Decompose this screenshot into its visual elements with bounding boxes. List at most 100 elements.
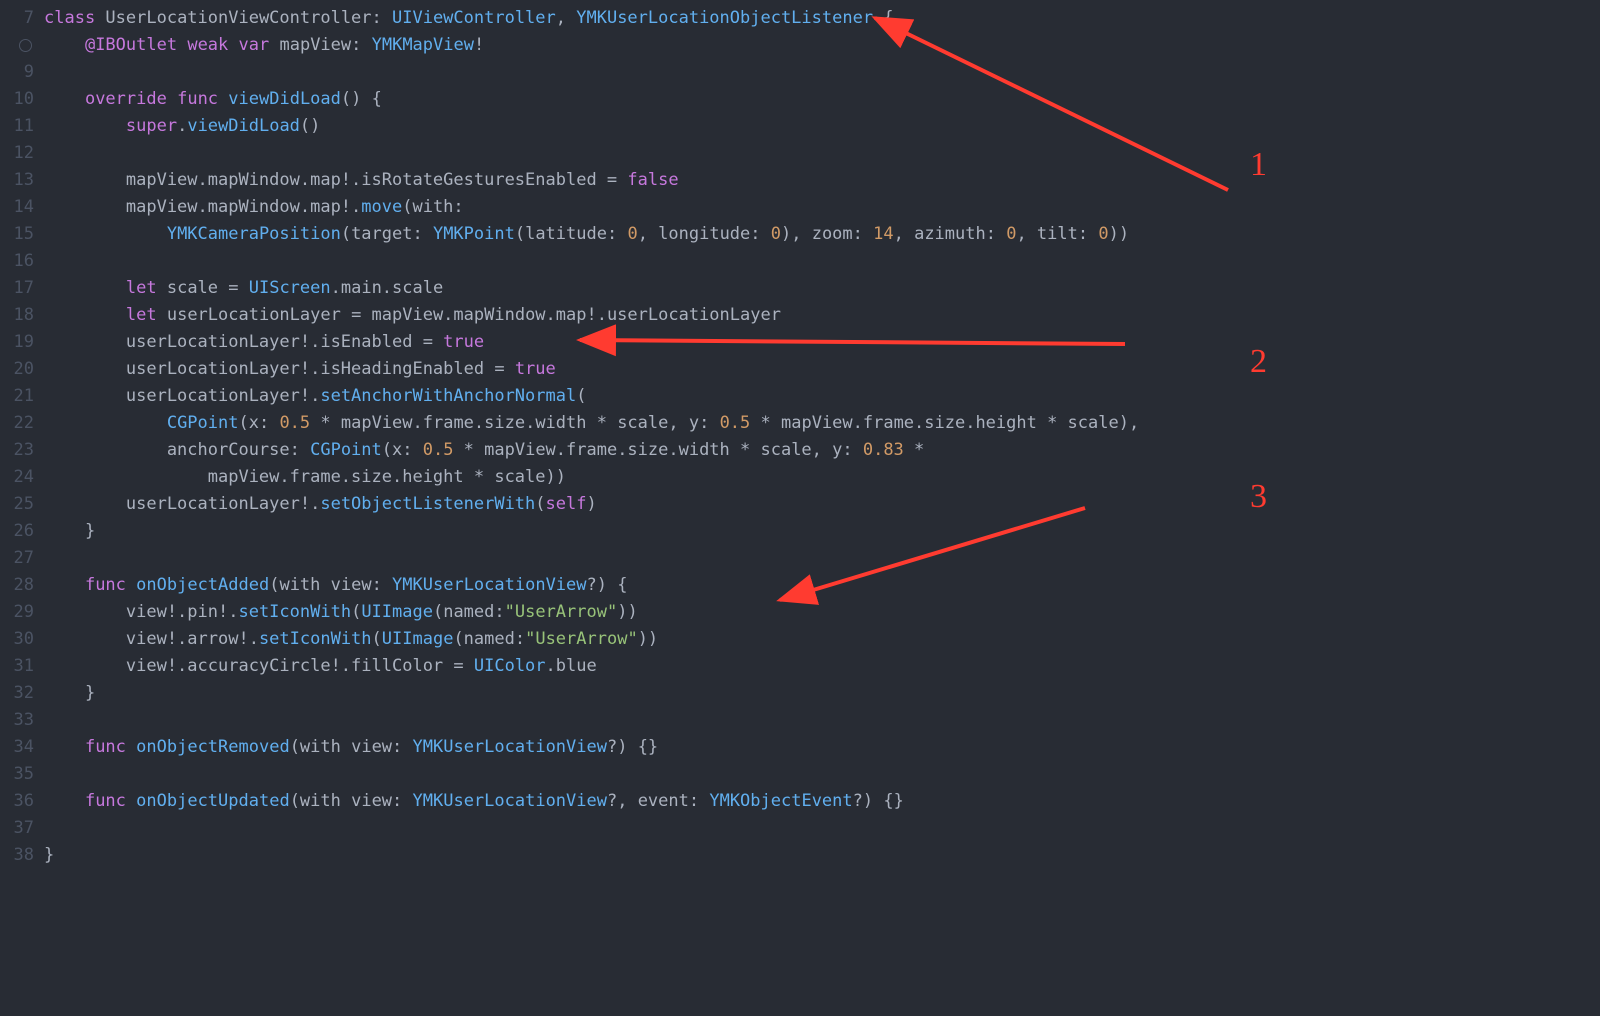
token-plain: (with view: [269, 575, 392, 595]
line-number: 16 [0, 248, 34, 275]
code-line[interactable]: userLocationLayer!.isHeadingEnabled = tr… [44, 356, 1600, 383]
code-line[interactable] [44, 59, 1600, 86]
code-line[interactable] [44, 707, 1600, 734]
code-line[interactable]: YMKCameraPosition(target: YMKPoint(latit… [44, 221, 1600, 248]
token-plain: ?) { [587, 575, 628, 595]
line-number: 28 [0, 572, 34, 599]
line-number: 17 [0, 275, 34, 302]
line-number: 10 [0, 86, 34, 113]
token-plain: mapView.mapWindow.map!. [44, 197, 361, 217]
code-line[interactable]: anchorCourse: CGPoint(x: 0.5 * mapView.f… [44, 437, 1600, 464]
token-type: UIImage [361, 602, 433, 622]
code-line[interactable] [44, 545, 1600, 572]
token-str: "UserArrow" [525, 629, 638, 649]
token-plain: ?) {} [607, 737, 658, 757]
line-number: 38 [0, 842, 34, 869]
token-plain: mapView.mapWindow.map!.isRotateGesturesE… [44, 170, 627, 190]
code-line[interactable]: @IBOutlet weak var mapView: YMKMapView! [44, 32, 1600, 59]
code-line[interactable]: view!.pin!.setIconWith(UIImage(named:"Us… [44, 599, 1600, 626]
code-line[interactable] [44, 761, 1600, 788]
line-number: 18 [0, 302, 34, 329]
token-plain: ) [586, 494, 596, 514]
token-fncall: setIconWith [238, 602, 351, 622]
line-number-gutter: 7910111213141516171819202122232425262728… [0, 0, 44, 1016]
code-line[interactable]: userLocationLayer!.setObjectListenerWith… [44, 491, 1600, 518]
token-plain: , azimuth: [894, 224, 1007, 244]
token-plain: . [177, 116, 187, 136]
code-area[interactable]: class UserLocationViewController: UIView… [44, 0, 1600, 1016]
annotation-label: 2 [1250, 335, 1267, 389]
line-number: 12 [0, 140, 34, 167]
code-line[interactable] [44, 140, 1600, 167]
token-num: 0 [627, 224, 637, 244]
token-fncall: viewDidLoad [187, 116, 300, 136]
code-editor[interactable]: 7910111213141516171819202122232425262728… [0, 0, 1600, 1016]
code-line[interactable]: view!.arrow!.setIconWith(UIImage(named:"… [44, 626, 1600, 653]
token-num: 0.83 [863, 440, 904, 460]
code-line[interactable] [44, 248, 1600, 275]
code-line[interactable]: mapView.mapWindow.map!.isRotateGesturesE… [44, 167, 1600, 194]
line-number: 15 [0, 221, 34, 248]
token-plain: mapView: [269, 35, 371, 55]
token-kw: func [85, 575, 126, 595]
code-line[interactable]: super.viewDidLoad() [44, 113, 1600, 140]
token-plain: view!.arrow!. [44, 629, 259, 649]
code-line[interactable]: func onObjectUpdated(with view: YMKUserL… [44, 788, 1600, 815]
token-str: "UserArrow" [505, 602, 618, 622]
line-number: 21 [0, 383, 34, 410]
token-kw: true [515, 359, 556, 379]
code-line[interactable]: func onObjectAdded(with view: YMKUserLoc… [44, 572, 1600, 599]
token-plain: } [44, 845, 54, 865]
token-num: 0.5 [720, 413, 751, 433]
code-line[interactable]: override func viewDidLoad() { [44, 86, 1600, 113]
token-plain: anchorCourse: [44, 440, 310, 460]
token-type: YMKUserLocationObjectListener [576, 8, 873, 28]
token-kw: true [443, 332, 484, 352]
token-plain: (with view: [290, 737, 413, 757]
token-plain: * mapView.frame.size.height * scale), [750, 413, 1139, 433]
token-attr: @IBOutlet [85, 35, 177, 55]
token-plain: (with view: [290, 791, 413, 811]
breakpoint-gutter-icon[interactable] [19, 39, 32, 52]
token-num: 0 [771, 224, 781, 244]
annotation-label: 3 [1250, 470, 1267, 524]
token-plain [126, 791, 136, 811]
code-line[interactable]: } [44, 842, 1600, 869]
token-plain [44, 224, 167, 244]
code-line[interactable]: userLocationLayer!.setAnchorWithAnchorNo… [44, 383, 1600, 410]
line-number: 13 [0, 167, 34, 194]
line-number: 24 [0, 464, 34, 491]
token-plain: , [556, 8, 576, 28]
token-fncall: setObjectListenerWith [320, 494, 535, 514]
token-plain [44, 737, 85, 757]
token-num: 0 [1098, 224, 1108, 244]
token-plain: } [44, 683, 95, 703]
token-plain [167, 89, 177, 109]
token-plain [44, 116, 126, 136]
code-line[interactable]: let scale = UIScreen.main.scale [44, 275, 1600, 302]
code-line[interactable] [44, 815, 1600, 842]
code-line[interactable]: userLocationLayer!.isEnabled = true [44, 329, 1600, 356]
token-plain: ( [351, 602, 361, 622]
token-plain [126, 737, 136, 757]
token-type: CGPoint [167, 413, 239, 433]
token-plain: ( [535, 494, 545, 514]
line-number: 19 [0, 329, 34, 356]
code-line[interactable]: mapView.mapWindow.map!.move(with: [44, 194, 1600, 221]
code-line[interactable]: CGPoint(x: 0.5 * mapView.frame.size.widt… [44, 410, 1600, 437]
token-plain: (latitude: [515, 224, 628, 244]
token-plain: ), zoom: [781, 224, 873, 244]
token-plain: * mapView.frame.size.width * scale, y: [310, 413, 719, 433]
code-line[interactable]: let userLocationLayer = mapView.mapWindo… [44, 302, 1600, 329]
token-fncall: onObjectUpdated [136, 791, 290, 811]
code-line[interactable]: view!.accuracyCircle!.fillColor = UIColo… [44, 653, 1600, 680]
token-type: UIImage [382, 629, 454, 649]
code-line[interactable]: func onObjectRemoved(with view: YMKUserL… [44, 734, 1600, 761]
code-line[interactable]: } [44, 518, 1600, 545]
code-line[interactable]: } [44, 680, 1600, 707]
code-line[interactable]: mapView.frame.size.height * scale)) [44, 464, 1600, 491]
code-line[interactable]: class UserLocationViewController: UIView… [44, 5, 1600, 32]
line-number: 25 [0, 491, 34, 518]
token-fncall: onObjectRemoved [136, 737, 290, 757]
token-fncall: setIconWith [259, 629, 372, 649]
